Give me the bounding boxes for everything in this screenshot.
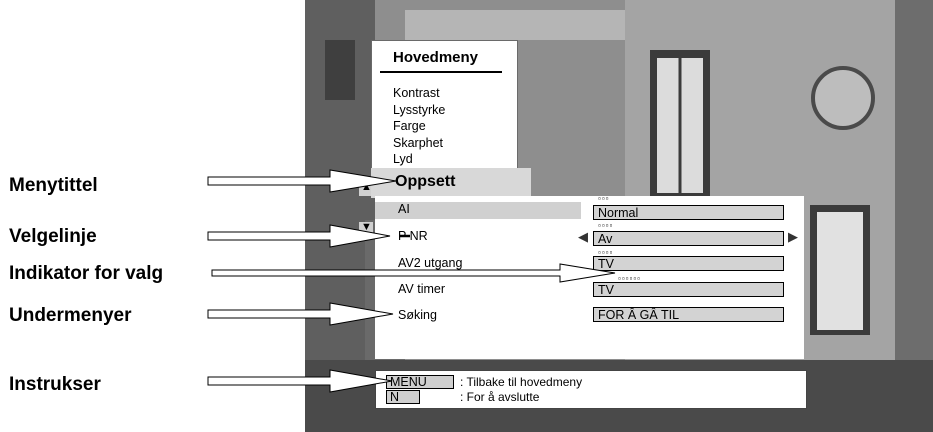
arrow-menytittel [207, 169, 397, 193]
arrow-undermenyer [207, 302, 394, 326]
arrow-velgelinje [207, 224, 391, 248]
callout-arrows [207, 169, 616, 393]
arrow-instrukser [207, 369, 393, 393]
arrow-indikator [211, 263, 616, 283]
